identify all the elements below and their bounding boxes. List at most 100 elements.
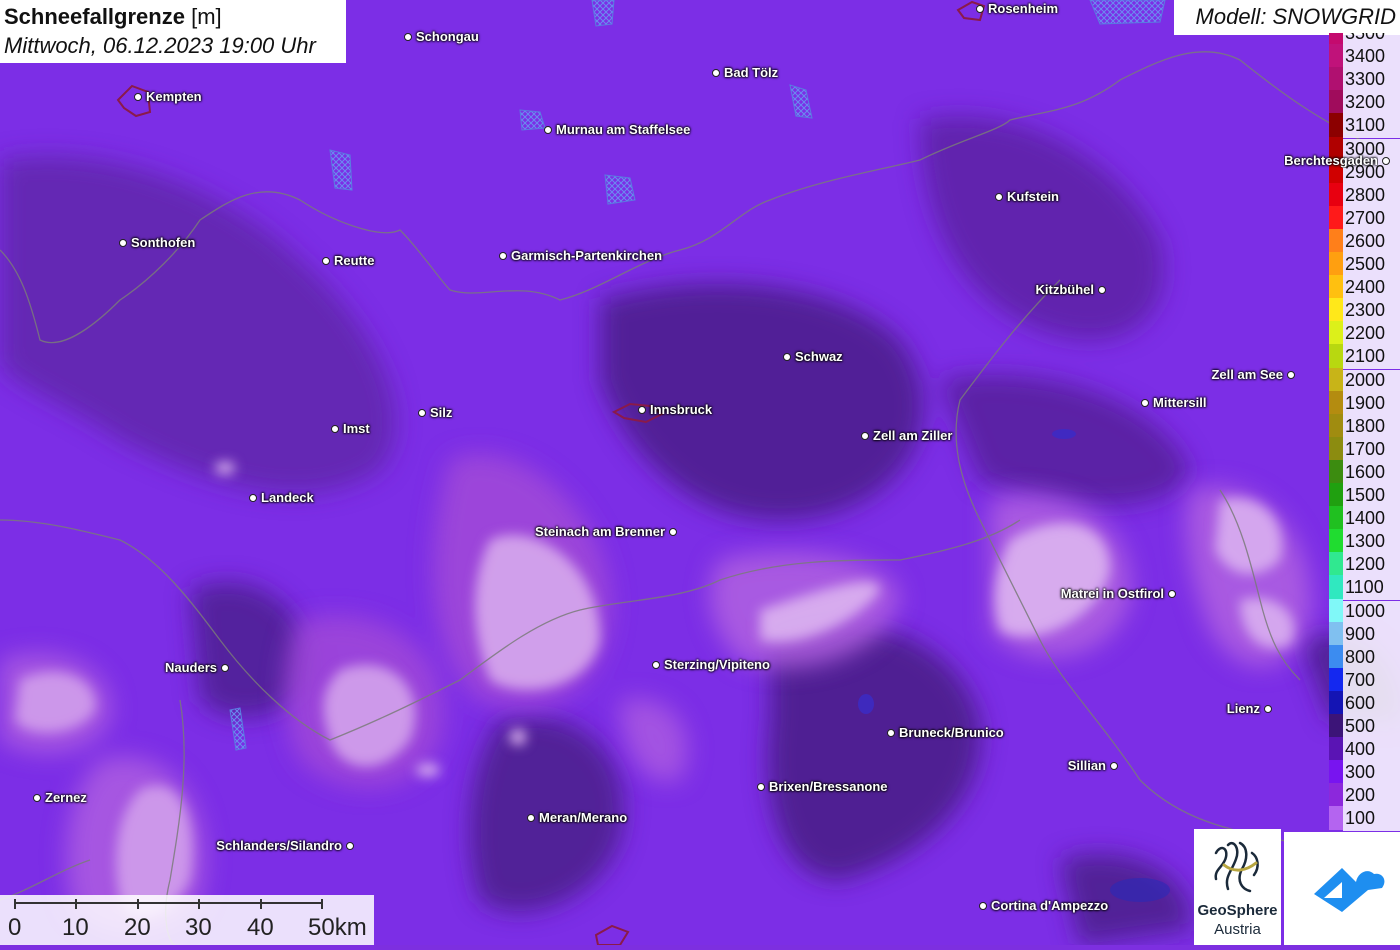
legend-swatch [1329, 529, 1343, 553]
legend-label: 2100 [1343, 346, 1400, 370]
city-label: Sillian [1067, 758, 1106, 773]
weather-app-logo[interactable] [1284, 832, 1400, 945]
city-marker [887, 729, 895, 737]
city-label: Cortina d'Ampezzo [991, 898, 1109, 913]
title-main: Schneefallgrenze [4, 4, 185, 29]
city-marker [757, 783, 765, 791]
city-marker [134, 93, 142, 101]
legend-label: 1800 [1343, 415, 1400, 439]
map-title: Schneefallgrenze [m] [4, 4, 222, 30]
legend-swatch [1329, 275, 1343, 299]
legend-label: 1200 [1343, 554, 1400, 578]
city-marker [499, 252, 507, 260]
city-marker [1264, 705, 1272, 713]
legend-label: 300 [1343, 762, 1400, 786]
legend-label: 2800 [1343, 184, 1400, 208]
city-label: Zell am Ziller [873, 428, 953, 443]
city-label: Matrei in Ostfirol [1060, 586, 1164, 601]
city-label: Sonthofen [131, 235, 196, 250]
legend-swatch [1329, 205, 1343, 230]
legend-label: 900 [1343, 623, 1400, 647]
legend-label: 1600 [1343, 461, 1400, 485]
legend-swatch [1329, 506, 1343, 530]
city-label: Silz [430, 405, 453, 420]
city-label: Kempten [146, 89, 202, 104]
city-marker [638, 406, 646, 414]
legend-swatch [1329, 67, 1343, 91]
legend-label: 2200 [1343, 323, 1400, 347]
geosphere-label: GeoSphere [1197, 902, 1278, 919]
legend-swatch [1329, 459, 1343, 484]
city-label: Bruneck/Brunico [899, 725, 1004, 740]
city-label: Reutte [334, 253, 375, 268]
city-label: Imst [343, 421, 370, 436]
legend-label: 3500 [1343, 33, 1400, 47]
city-label: Schlanders/Silandro [216, 838, 342, 853]
city-marker [322, 257, 330, 265]
city-marker [976, 5, 984, 13]
legend-swatch [1329, 621, 1343, 646]
legend-swatch [1329, 690, 1343, 715]
legend-label: 400 [1343, 739, 1400, 763]
city-label: Rosenheim [988, 1, 1059, 16]
scale-bar: 0 10 20 30 40 50km [0, 895, 374, 945]
city-label: Lienz [1226, 701, 1260, 716]
legend-label: 1300 [1343, 531, 1400, 555]
legend-swatch [1329, 228, 1343, 253]
city-marker [418, 409, 426, 417]
city-marker [346, 842, 354, 850]
city-marker [1141, 399, 1149, 407]
legend-swatch [1329, 644, 1343, 669]
city-label: Kitzbühel [1035, 282, 1095, 297]
city-marker [995, 193, 1003, 201]
legend-swatch [1329, 552, 1343, 576]
city-label: Landeck [261, 490, 314, 505]
title-panel: Schneefallgrenze [m] Mittwoch, 06.12.202… [0, 0, 346, 63]
city-label: Meran/Merano [539, 810, 628, 825]
city-marker [783, 353, 791, 361]
scale-label: 30 [185, 914, 212, 941]
legend-label: 1100 [1343, 577, 1400, 601]
city-marker [404, 33, 412, 41]
legend-swatch [1329, 344, 1343, 368]
scale-tick [260, 899, 262, 909]
city-marker [712, 69, 720, 77]
legend-label: 1400 [1343, 508, 1400, 532]
legend-label: 2600 [1343, 230, 1400, 254]
city-label: Schongau [416, 29, 479, 44]
legend-swatch [1329, 113, 1343, 137]
snowfall-line-map [0, 0, 1400, 945]
forecast-datetime: Mittwoch, 06.12.2023 19:00 Uhr [4, 33, 316, 58]
city-marker [1287, 371, 1295, 379]
title-unit: [m] [191, 4, 222, 29]
city-marker [331, 425, 339, 433]
city-marker [979, 902, 987, 910]
legend-swatch [1329, 667, 1343, 692]
legend-label: 600 [1343, 692, 1400, 716]
geosphere-logo[interactable]: GeoSphere Austria [1194, 829, 1281, 945]
legend-swatch [1329, 760, 1343, 784]
legend-swatch [1329, 367, 1343, 392]
scale-label: 50km [308, 914, 367, 941]
legend-label: 2700 [1343, 207, 1400, 231]
scale-label: 20 [124, 914, 151, 941]
city-marker [527, 814, 535, 822]
city-marker [1110, 762, 1118, 770]
legend-swatch [1329, 737, 1343, 761]
scale-label: 10 [62, 914, 89, 941]
legend-swatch [1329, 33, 1343, 45]
geosphere-emblem-icon [1214, 841, 1259, 893]
city-marker [1168, 590, 1176, 598]
scale-tick [198, 899, 200, 909]
scale-tick [75, 899, 77, 909]
legend-label: 1000 [1343, 600, 1400, 624]
legend-label: 3400 [1343, 46, 1400, 70]
cloud-arrow-icon [1314, 868, 1385, 912]
scale-tick [137, 899, 139, 909]
city-label: Sterzing/Vipiteno [664, 657, 770, 672]
legend-swatch [1329, 806, 1343, 830]
legend-label: 1700 [1343, 438, 1400, 462]
legend-label: 500 [1343, 716, 1400, 740]
scale-tick [321, 899, 323, 909]
city-label: Zell am See [1211, 367, 1283, 382]
